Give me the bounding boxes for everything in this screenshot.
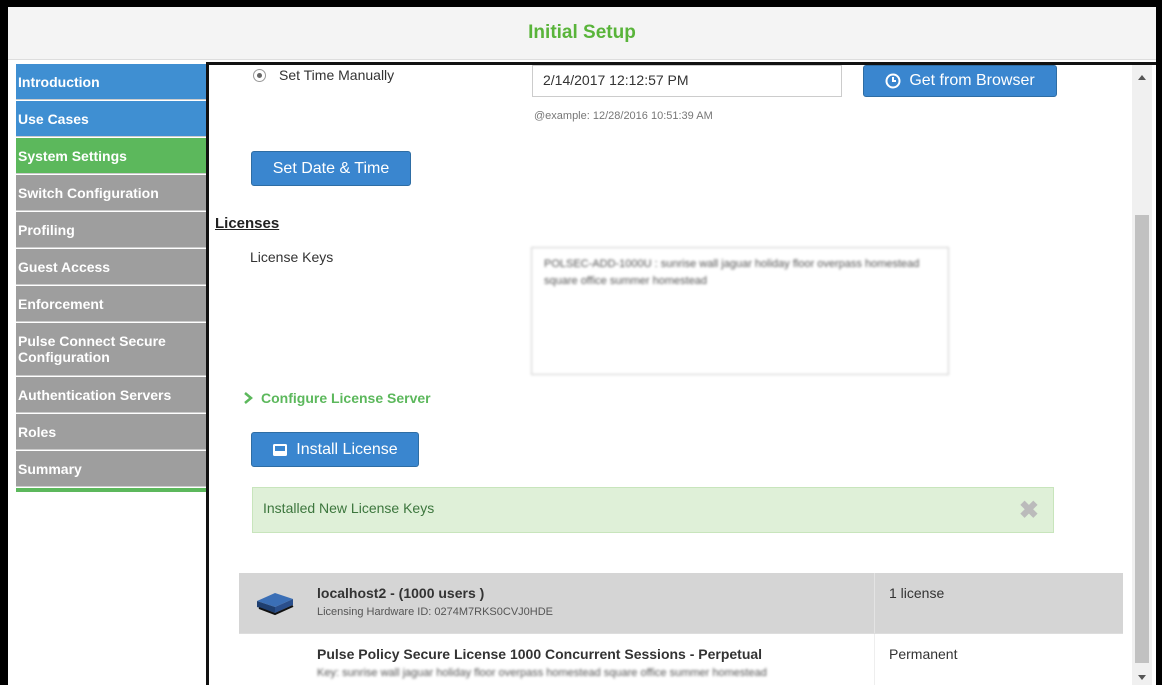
scroll-down-icon[interactable] bbox=[1138, 675, 1146, 680]
set-date-time-button[interactable]: Set Date & Time bbox=[251, 151, 411, 186]
content-panel: Set Time Manually 2/14/2017 12:12:57 PM … bbox=[206, 62, 1156, 685]
alert-message: Installed New License Keys bbox=[263, 500, 435, 516]
success-alert: Installed New License Keys ✖ bbox=[252, 487, 1054, 533]
sidebar-item-pulse-connect-secure[interactable]: Pulse Connect Secure Configuration bbox=[16, 323, 212, 376]
sidebar-item-label: Profiling bbox=[18, 221, 75, 238]
sidebar-bottom-bar bbox=[16, 488, 212, 492]
sidebar-item-label: Roles bbox=[18, 423, 57, 440]
sidebar-item-summary[interactable]: Summary bbox=[16, 451, 212, 487]
license-keys-textarea[interactable]: POLSEC-ADD-1000U : sunrise wall jaguar h… bbox=[531, 247, 949, 375]
date-time-input[interactable]: 2/14/2017 12:12:57 PM bbox=[532, 65, 842, 97]
license-table: localhost2 - (1000 users ) Licensing Har… bbox=[239, 573, 1123, 685]
host-cell: localhost2 - (1000 users ) Licensing Har… bbox=[311, 573, 875, 633]
table-row: localhost2 - (1000 users ) Licensing Har… bbox=[239, 573, 1123, 634]
sidebar-item-label: Enforcement bbox=[18, 295, 104, 312]
scroll-up-icon[interactable] bbox=[1138, 75, 1146, 80]
page-title: Initial Setup bbox=[528, 22, 636, 43]
hardware-id: Licensing Hardware ID: 0274M7RKS0CVJ0HDE bbox=[317, 606, 553, 618]
sidebar-item-label: Use Cases bbox=[18, 110, 89, 127]
sidebar-item-use-cases[interactable]: Use Cases bbox=[16, 101, 212, 137]
install-license-label: Install License bbox=[296, 440, 398, 458]
product-title: Pulse Policy Secure License 1000 Concurr… bbox=[317, 646, 763, 662]
configure-license-server-link[interactable]: Configure License Server bbox=[243, 390, 431, 406]
setup-window: Initial Setup Introduction Use Cases Sys… bbox=[8, 7, 1156, 685]
sidebar-item-enforcement[interactable]: Enforcement bbox=[16, 286, 212, 322]
sidebar-item-profiling[interactable]: Profiling bbox=[16, 212, 212, 248]
inbox-icon bbox=[273, 443, 288, 456]
set-date-time-label: Set Date & Time bbox=[272, 159, 390, 177]
vertical-scrollbar[interactable] bbox=[1132, 65, 1152, 685]
sidebar-item-label: System Settings bbox=[18, 147, 127, 164]
set-time-manually-label: Set Time Manually bbox=[279, 67, 395, 83]
sidebar-item-roles[interactable]: Roles bbox=[16, 414, 212, 450]
appliance-icon bbox=[239, 573, 311, 633]
sidebar-item-label: Introduction bbox=[18, 73, 100, 90]
get-from-browser-label: Get from Browser bbox=[909, 72, 1035, 89]
table-row: Pulse Policy Secure License 1000 Concurr… bbox=[239, 634, 1123, 685]
sidebar-item-guest-access[interactable]: Guest Access bbox=[16, 249, 212, 285]
product-cell: Pulse Policy Secure License 1000 Concurr… bbox=[311, 634, 875, 685]
install-license-button[interactable]: Install License bbox=[251, 432, 419, 467]
sidebar-item-label: Guest Access bbox=[18, 258, 111, 275]
page-header: Initial Setup bbox=[8, 7, 1156, 60]
sidebar-item-label: Authentication Servers bbox=[18, 386, 172, 403]
licenses-heading: Licenses bbox=[215, 215, 280, 232]
license-keys-label: License Keys bbox=[250, 249, 334, 265]
sidebar-item-label: Switch Configuration bbox=[18, 184, 159, 201]
configure-license-server-label: Configure License Server bbox=[261, 390, 431, 406]
sidebar-item-label: Pulse Connect Secure Configuration bbox=[18, 333, 166, 365]
sidebar-item-introduction[interactable]: Introduction bbox=[16, 64, 212, 100]
clock-icon bbox=[885, 73, 901, 89]
get-from-browser-button[interactable]: Get from Browser bbox=[863, 65, 1057, 97]
empty-cell bbox=[239, 634, 311, 685]
scrollbar-thumb[interactable] bbox=[1135, 215, 1149, 663]
content-scroll-area: Set Time Manually 2/14/2017 12:12:57 PM … bbox=[209, 65, 1124, 685]
sidebar: Introduction Use Cases System Settings S… bbox=[16, 64, 212, 492]
license-term: Permanent bbox=[889, 646, 958, 662]
sidebar-item-system-settings[interactable]: System Settings bbox=[16, 138, 212, 174]
set-time-manually-radio[interactable] bbox=[253, 69, 266, 82]
host-title: localhost2 - (1000 users ) bbox=[317, 585, 485, 601]
product-key: Key: sunrise wall jaguar holiday floor o… bbox=[317, 667, 767, 679]
date-format-hint: @example: 12/28/2016 10:51:39 AM bbox=[534, 110, 713, 122]
sidebar-item-authentication-servers[interactable]: Authentication Servers bbox=[16, 377, 212, 413]
license-count: 1 license bbox=[889, 585, 945, 601]
sidebar-item-label: Summary bbox=[18, 460, 82, 477]
chevron-right-icon bbox=[244, 392, 253, 404]
close-icon[interactable]: ✖ bbox=[1019, 496, 1039, 525]
sidebar-item-switch-configuration[interactable]: Switch Configuration bbox=[16, 175, 212, 211]
